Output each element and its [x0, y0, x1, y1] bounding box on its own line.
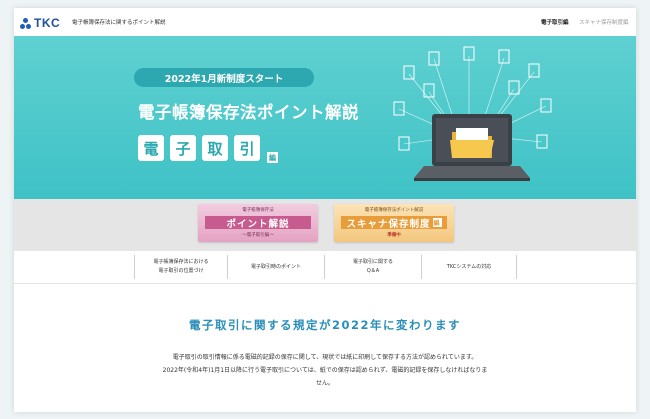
- hero-char-3: 取: [202, 135, 228, 161]
- laptop-documents-illustration: [393, 46, 552, 181]
- tab-points[interactable]: 電子取引時のポイント: [228, 251, 324, 283]
- banner-1-sub: 〜電子取引編〜: [242, 233, 274, 238]
- banner-scanner-guide[interactable]: 電子帳簿保存法ポイント解説 スキャナ保存制度編 準備中: [334, 204, 454, 242]
- nav-scanner-storage[interactable]: スキャナ保存制度編: [579, 18, 629, 26]
- tab-tkc-systems[interactable]: TKCシステムの対応: [422, 251, 516, 283]
- banner-2-main: スキャナ保存制度編: [341, 216, 447, 230]
- hero-badge: 2022年1月新制度スタート: [134, 68, 314, 87]
- banner-point-guide[interactable]: 電子帳簿保存法 ポイント解説 〜電子取引編〜: [198, 204, 318, 242]
- tab-position[interactable]: 電子帳簿保存法における 電子取引の位置づけ: [135, 251, 227, 283]
- banner-strip: [14, 199, 636, 251]
- tab-2-line-1: 電子取引時のポイント: [250, 263, 301, 270]
- site-header: TKC 電子帳簿保存法に関するポイント解説 電子取引編 スキャナ保存制度編: [14, 8, 636, 36]
- body-line-3: せん。: [315, 380, 334, 387]
- body-line-2: 2022年(令和4年)1月1日以降に行う電子取引については、紙での保存は認められ…: [162, 367, 488, 374]
- site-title: 電子帳簿保存法に関するポイント解説: [72, 20, 166, 26]
- hero-title: 電子帳簿保存法ポイント解説: [138, 103, 359, 122]
- tab-3-line-1: 電子取引に関する: [352, 259, 393, 265]
- banner-1-main: ポイント解説: [205, 216, 311, 230]
- page-frame: TKC 電子帳簿保存法に関するポイント解説 電子取引編 スキャナ保存制度編 20…: [14, 8, 636, 412]
- section-heading: 電子取引に関する規定が2022年に変わります: [188, 318, 461, 332]
- tab-qa[interactable]: 電子取引に関する Q＆A: [325, 251, 421, 283]
- tab-1-line-1: 電子帳簿保存法における: [153, 259, 209, 265]
- body-line-1: 電子取引の取引情報に係る電磁的記録の保存に関して、現状では紙に印刷して保存する方…: [172, 354, 478, 361]
- tab-4-line-1: TKCシステムの対応: [446, 263, 492, 270]
- banner-2-suffix: 編: [432, 218, 442, 227]
- section-tabs: 電子帳簿保存法における 電子取引の位置づけ 電子取引時のポイント 電子取引に関す…: [14, 251, 636, 284]
- tkc-logo[interactable]: TKC: [20, 16, 60, 30]
- tab-divider: [516, 255, 517, 279]
- hero-char-1: 電: [138, 135, 164, 161]
- hero-char-4: 引: [234, 135, 260, 161]
- banner-2-sub: 準備中: [387, 233, 401, 238]
- banner-1-top: 電子帳簿保存法: [242, 208, 274, 213]
- tkc-logo-icon: [20, 17, 32, 29]
- hero-char-2: 子: [170, 135, 196, 161]
- logo-text: TKC: [34, 16, 61, 30]
- nav-electronic-transactions[interactable]: 電子取引編: [541, 18, 569, 26]
- banner-2-top: 電子帳簿保存法ポイント解説: [364, 208, 424, 213]
- tab-3-line-2: Q＆A: [366, 268, 380, 274]
- hero-banner: 2022年1月新制度スタート 電子帳簿保存法ポイント解説 電 子 取 引 編: [14, 36, 636, 199]
- hero-suffix: 編: [267, 152, 278, 163]
- banner-2-main-text: スキャナ保存制度: [346, 218, 431, 230]
- tab-1-line-2: 電子取引の位置づけ: [158, 268, 204, 274]
